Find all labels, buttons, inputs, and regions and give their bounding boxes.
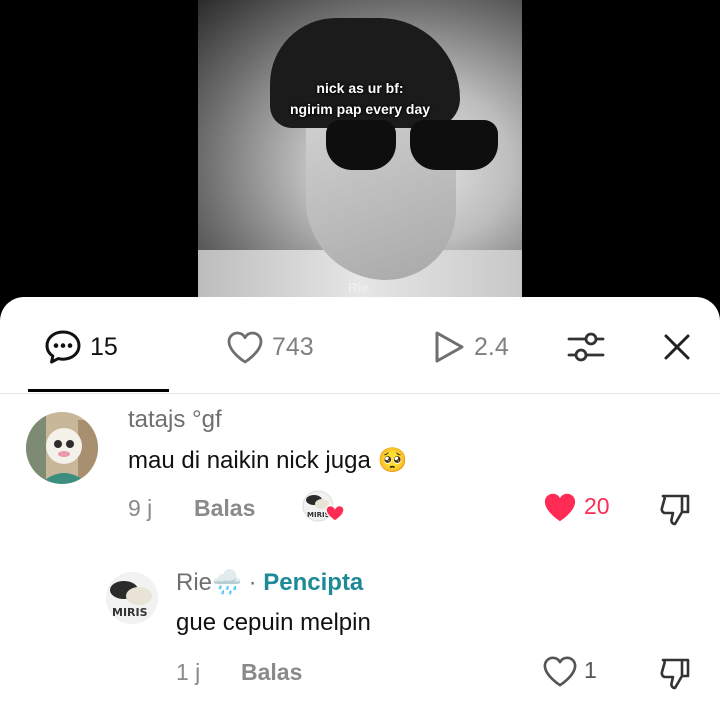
comment-reply-item: MIRIS Rie🌧️ · Pencipta gue cepuin melpin… (0, 554, 720, 720)
comment-username[interactable]: tatajs °gf (128, 406, 222, 434)
pleading-face-emoji: 🥺 (377, 447, 408, 474)
video-figure-glasses (410, 120, 498, 170)
comment-like-button[interactable]: 20 (542, 490, 622, 524)
reply-username-row: Rie🌧️ · Pencipta (176, 568, 363, 597)
comment-text: gue cepuin melpin (176, 609, 371, 636)
video-figure-glasses (326, 120, 396, 170)
comment-text-body: mau di naikin nick juga (128, 447, 371, 474)
avatar[interactable] (26, 412, 98, 484)
comment-text: mau di naikin nick juga 🥺 (128, 446, 407, 475)
comment-item: tatajs °gf mau di naikin nick juga 🥺 9 j… (0, 394, 720, 554)
reply-button[interactable]: Balas (241, 659, 302, 686)
sliders-icon (567, 332, 605, 362)
close-button[interactable] (660, 327, 694, 367)
comment-bubble-icon (45, 330, 81, 364)
comment-timestamp: 1 j (176, 659, 201, 685)
heart-filled-icon (544, 493, 576, 522)
thumbs-down-icon (660, 494, 690, 526)
video-caption-line2: ngirim pap every day (289, 101, 431, 117)
rain-cloud-emoji: 🌧️ (212, 569, 242, 596)
reply-button[interactable]: Balas (194, 495, 255, 522)
tab-comments[interactable]: 15 (44, 327, 118, 367)
comment-like-button[interactable]: 1 (542, 654, 612, 688)
avatar-image: MIRIS (106, 572, 158, 624)
heart-outline-icon (227, 331, 263, 364)
avatar[interactable]: MIRIS (106, 572, 158, 624)
creator-liked-badge: MIRIS (302, 490, 345, 524)
comments-count: 15 (90, 332, 118, 361)
close-icon (664, 334, 690, 360)
dislike-button[interactable] (656, 490, 694, 528)
dislike-button[interactable] (656, 654, 694, 692)
active-tab-indicator (28, 389, 169, 392)
filter-button[interactable] (566, 327, 606, 367)
heart-outline-icon (543, 656, 577, 687)
avatar-image (26, 412, 98, 484)
tab-plays[interactable]: 2.4 (432, 327, 509, 367)
thumbs-down-icon (660, 658, 690, 690)
comment-like-count: 1 (584, 657, 597, 683)
likes-count: 743 (272, 332, 314, 361)
video-caption-line1: nick as ur bf: (316, 80, 404, 96)
creator-badge: Pencipta (263, 569, 364, 596)
reply-username[interactable]: Rie (176, 569, 212, 596)
plays-count: 2.4 (474, 332, 509, 361)
video-frame[interactable]: nick as ur bf: ngirim pap every day Rie. (198, 0, 522, 300)
creator-avatar-icon: MIRIS (302, 490, 345, 522)
play-icon (435, 331, 464, 363)
video-area[interactable]: nick as ur bf: ngirim pap every day Rie. (0, 0, 720, 300)
comment-timestamp: 9 j (128, 495, 153, 521)
video-watermark: Rie. (348, 280, 372, 295)
svg-text:MIRIS: MIRIS (112, 606, 148, 619)
tab-likes[interactable]: 743 (226, 327, 314, 367)
comments-sheet: 15 743 2.4 tatajs °gf mau di naikin nick… (0, 297, 720, 720)
comments-tabbar: 15 743 2.4 (0, 297, 720, 393)
separator-dot: · (248, 569, 257, 596)
comment-like-count: 20 (584, 493, 610, 519)
